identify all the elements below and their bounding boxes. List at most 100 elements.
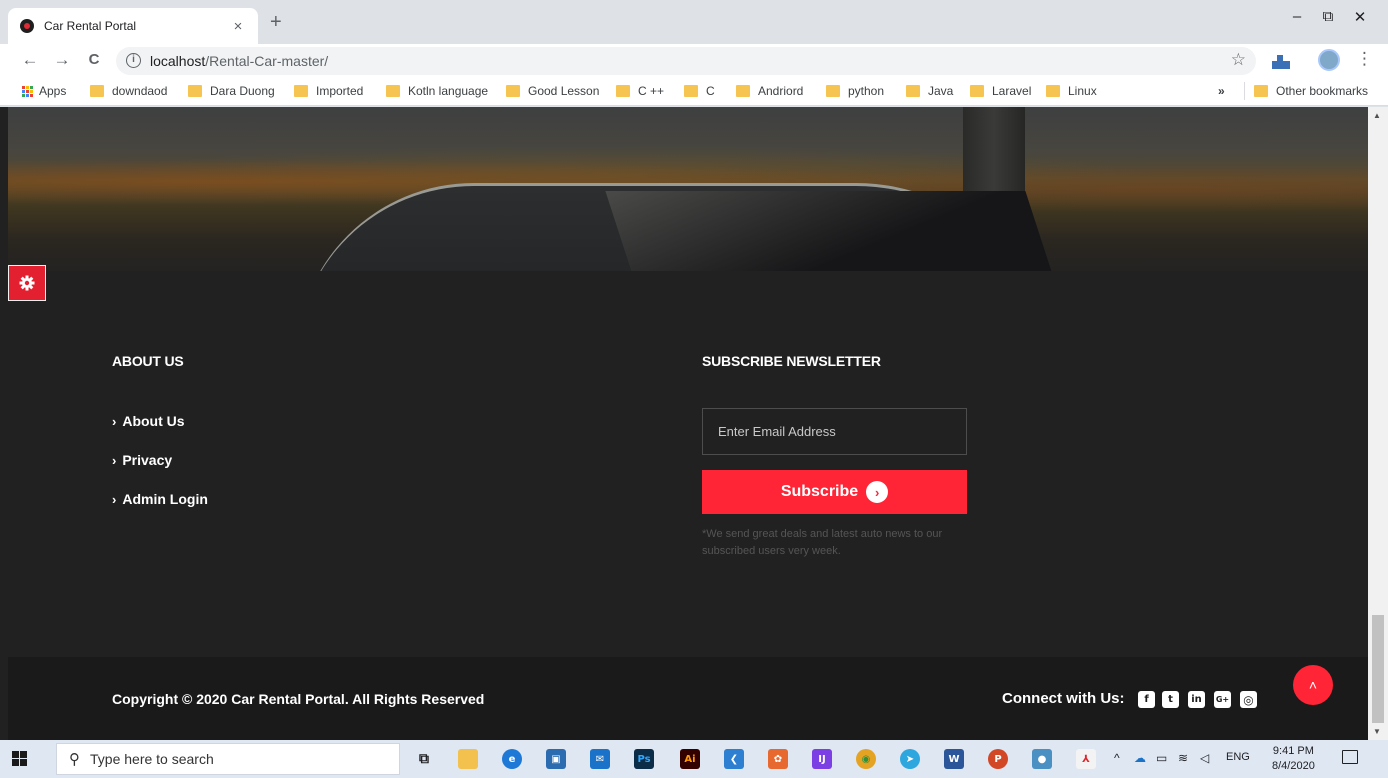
gear-icon [19, 275, 35, 291]
back-arrow-icon[interactable]: ← [20, 50, 40, 70]
windows-start-icon[interactable] [12, 751, 27, 766]
volume-icon[interactable]: ◁ [1200, 751, 1209, 765]
task-view-icon[interactable]: ⧉ [414, 749, 434, 769]
battery-icon[interactable]: ▭ [1156, 751, 1167, 765]
browser-tab[interactable]: Car Rental Portal × [8, 8, 258, 44]
site-info-icon[interactable]: i [126, 53, 141, 68]
telegram-icon[interactable]: ➤ [900, 749, 920, 769]
connect-label: Connect with Us: [1002, 690, 1125, 707]
store-icon[interactable]: ▣ [546, 749, 566, 769]
search-placeholder: Type here to search [90, 751, 214, 767]
bookmark-folder[interactable]: Imported [294, 84, 363, 98]
bookmark-other[interactable]: Other bookmarks [1254, 84, 1368, 98]
edge-icon[interactable]: e [502, 749, 522, 769]
newsletter-email-input[interactable] [702, 408, 967, 455]
url-path: /Rental-Car-master/ [205, 53, 329, 69]
folder-icon [294, 85, 308, 97]
bookmark-folder[interactable]: Dara Duong [188, 84, 275, 98]
subscribe-button[interactable]: Subscribe › [702, 470, 967, 514]
bookmark-star-icon[interactable]: ☆ [1231, 50, 1246, 70]
settings-toggle-button[interactable] [8, 265, 46, 301]
address-toolbar: ← → C i localhost/Rental-Car-master/ ☆ ⋮ [0, 44, 1388, 78]
instagram-icon[interactable]: ◎ [1240, 691, 1257, 708]
bookmark-folder[interactable]: Andriord [736, 84, 803, 98]
minimize-button[interactable]: – [1282, 8, 1312, 25]
bookmark-folder[interactable]: Laravel [970, 84, 1031, 98]
chrome-icon[interactable]: ◉ [856, 749, 876, 769]
folder-icon [1254, 85, 1268, 97]
bookmark-folder[interactable]: C [684, 84, 715, 98]
footer-link-about-us[interactable]: › About Us [112, 413, 185, 429]
forward-arrow-icon[interactable]: → [52, 50, 72, 70]
tray-overflow-icon[interactable]: ^ [1114, 751, 1120, 765]
illustrator-icon[interactable]: Ai [680, 749, 700, 769]
linkedin-icon[interactable]: in [1188, 691, 1205, 708]
scrollbar-thumb[interactable] [1372, 615, 1384, 723]
acrobat-icon[interactable]: ⅄ [1076, 749, 1096, 769]
bookmarks-overflow-icon[interactable]: » [1218, 84, 1225, 98]
mail-icon[interactable]: ✉ [590, 749, 610, 769]
footer-link-label: Privacy [122, 452, 173, 468]
address-bar[interactable]: i localhost/Rental-Car-master/ ☆ [116, 47, 1256, 75]
bookmark-folder[interactable]: python [826, 84, 884, 98]
bookmark-folder[interactable]: Linux [1046, 84, 1097, 98]
url-text[interactable]: localhost/Rental-Car-master/ [150, 53, 328, 69]
tab-strip: Car Rental Portal × + – ⧉ ✕ [0, 0, 1388, 44]
profile-avatar[interactable] [1318, 49, 1340, 71]
page-scrollbar[interactable]: ▲ ▼ [1368, 107, 1388, 740]
bookmark-label: downdaod [112, 84, 168, 98]
onedrive-icon[interactable]: ☁ [1134, 751, 1146, 765]
google-plus-icon[interactable]: G+ [1214, 691, 1231, 708]
reload-icon[interactable]: C [84, 50, 104, 70]
bookmark-label: Imported [316, 84, 364, 98]
bookmark-folder[interactable]: downdaod [90, 84, 167, 98]
hero-image [8, 107, 1368, 271]
browser-menu-icon[interactable]: ⋮ [1356, 49, 1373, 69]
photoshop-icon[interactable]: Ps [634, 749, 654, 769]
wifi-icon[interactable]: ≋ [1178, 751, 1188, 765]
chevron-right-icon: › [112, 452, 117, 468]
close-window-button[interactable]: ✕ [1345, 8, 1375, 26]
new-tab-button[interactable]: + [270, 12, 282, 32]
postman-icon[interactable]: ✿ [768, 749, 788, 769]
folder-icon [970, 85, 984, 97]
bookmark-label: C ++ [638, 84, 665, 98]
scroll-down-icon[interactable]: ▼ [1373, 727, 1381, 736]
bookmark-folder[interactable]: C ++ [616, 84, 664, 98]
taskbar-search-input[interactable]: ⚲ Type here to search [56, 743, 400, 775]
clock-date: 8/4/2020 [1272, 760, 1315, 772]
bookmark-folder[interactable]: Kotln language [386, 84, 488, 98]
extension-icon[interactable] [1272, 55, 1290, 72]
intellij-icon[interactable]: IJ [812, 749, 832, 769]
site-favicon-icon [20, 19, 34, 33]
language-indicator[interactable]: ENG [1226, 751, 1250, 763]
powerpoint-icon[interactable]: P [988, 749, 1008, 769]
twitter-icon[interactable]: t [1162, 691, 1179, 708]
file-explorer-icon[interactable] [458, 749, 478, 769]
bookmark-label: python [848, 84, 885, 98]
chevron-right-icon: › [112, 491, 117, 507]
windows-taskbar: ⚲ Type here to search ⧉ e ▣ ✉ Ps Ai ❮ ✿ … [0, 740, 1388, 778]
hero-car-windshield [605, 191, 1055, 271]
vscode-icon[interactable]: ❮ [724, 749, 744, 769]
folder-icon [616, 85, 630, 97]
apps-grid-icon [22, 85, 33, 97]
bookmark-apps[interactable]: Apps [22, 84, 66, 98]
facebook-icon[interactable]: f [1138, 691, 1155, 708]
notification-center-icon[interactable] [1342, 750, 1358, 764]
bookmark-label: Dara Duong [210, 84, 275, 98]
chrome-profile-icon[interactable]: ● [1032, 749, 1052, 769]
restore-button[interactable]: ⧉ [1313, 8, 1343, 25]
bookmark-folder[interactable]: Good Lesson [506, 84, 599, 98]
scroll-up-icon[interactable]: ▲ [1373, 111, 1381, 120]
copyright-text: Copyright © 2020 Car Rental Portal. All … [112, 691, 485, 707]
bookmark-folder[interactable]: Java [906, 84, 953, 98]
back-to-top-button[interactable]: ˄ [1293, 665, 1333, 705]
footer-link-privacy[interactable]: › Privacy [112, 452, 172, 468]
taskbar-clock[interactable]: 9:41 PM 8/4/2020 [1272, 744, 1315, 774]
folder-icon [684, 85, 698, 97]
footer-link-admin-login[interactable]: › Admin Login [112, 491, 208, 507]
bookmark-label: Kotln language [408, 84, 489, 98]
tab-close-icon[interactable]: × [230, 18, 246, 35]
word-icon[interactable]: W [944, 749, 964, 769]
